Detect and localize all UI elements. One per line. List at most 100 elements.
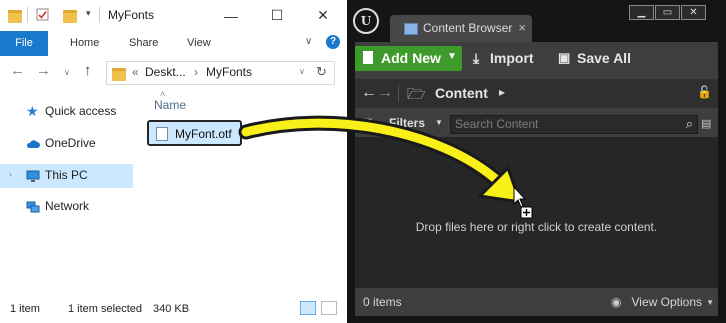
- file-name: MyFont.otf: [175, 127, 232, 141]
- up-button[interactable]: ↑: [84, 62, 92, 79]
- unreal-editor-window: U Content Browser × ▁ ▭ ✕ Add New ▼ ⤓ Im…: [347, 0, 726, 323]
- selection-count: 1 item selected: [68, 303, 142, 315]
- customize-toolbar-icon[interactable]: ▾: [86, 8, 91, 19]
- address-bar[interactable]: « Deskt... › MyFonts ∨ ↻: [106, 61, 335, 85]
- import-icon[interactable]: ⤓: [473, 50, 479, 67]
- asset-drop-area[interactable]: Drop files here or right click to create…: [355, 137, 718, 288]
- item-count: 0 items: [363, 295, 402, 309]
- tab-content-browser[interactable]: Content Browser ×: [390, 15, 532, 42]
- large-icons-view-button[interactable]: [321, 301, 337, 315]
- back-button[interactable]: ←: [10, 62, 25, 79]
- save-all-button[interactable]: Save All: [577, 50, 631, 66]
- nav-item-label: Network: [45, 199, 90, 213]
- nav-item-quick-access[interactable]: ★ Quick access: [0, 100, 133, 124]
- folder-icon: [8, 10, 22, 23]
- sources-panel-icon[interactable]: ☰: [361, 116, 373, 132]
- refresh-icon[interactable]: ↻: [316, 64, 327, 80]
- import-button[interactable]: Import: [490, 50, 534, 66]
- lock-icon[interactable]: 🔓: [697, 85, 712, 99]
- save-search-icon[interactable]: ▤: [701, 117, 711, 130]
- search-placeholder: Search Content: [455, 117, 539, 131]
- recent-locations-icon[interactable]: ∨: [64, 68, 70, 77]
- eye-icon: ◉: [611, 295, 622, 309]
- add-new-button[interactable]: Add New ▼: [355, 46, 462, 71]
- forward-button[interactable]: →: [36, 62, 51, 79]
- minimize-button[interactable]: —: [208, 0, 254, 31]
- item-count: 1 item: [10, 303, 40, 315]
- window-title: MyFonts: [108, 8, 155, 22]
- tab-view[interactable]: View: [187, 31, 211, 56]
- back-button[interactable]: ←: [361, 84, 377, 102]
- save-icon[interactable]: ▣: [558, 50, 570, 66]
- nav-item-onedrive[interactable]: OneDrive: [0, 132, 133, 156]
- column-header-name[interactable]: Name: [154, 98, 186, 112]
- font-file-icon: [156, 127, 168, 141]
- tab-title: Content Browser: [423, 21, 513, 35]
- filter-row: ☰ Filters ▼ Search Content ⌕ ▤: [355, 110, 718, 136]
- filters-button[interactable]: Filters: [389, 116, 425, 130]
- breadcrumb-myfonts[interactable]: MyFonts: [206, 65, 252, 79]
- minimize-button[interactable]: ▁: [629, 5, 654, 20]
- nav-item-label: OneDrive: [45, 136, 96, 150]
- cloud-icon: [26, 140, 40, 148]
- address-dropdown-icon[interactable]: ∨: [299, 67, 305, 76]
- forward-button[interactable]: →: [377, 84, 393, 102]
- tab-home[interactable]: Home: [70, 31, 99, 56]
- help-icon[interactable]: ?: [326, 35, 340, 49]
- file-explorer-window: ▾ MyFonts — ☐ ✕ File Home Share View ∨ ?…: [0, 0, 347, 323]
- divider: [99, 7, 100, 23]
- status-bar: 1 item 1 item selected 340 KB: [0, 294, 347, 323]
- explorer-titlebar: ▾ MyFonts — ☐ ✕: [0, 0, 347, 31]
- nav-item-label: Quick access: [45, 104, 117, 118]
- view-options-caret-icon[interactable]: ▼: [706, 298, 714, 307]
- ue-toolbar: Add New ▼ ⤓ Import ▣ Save All: [355, 42, 718, 77]
- search-icon: ⌕: [685, 116, 693, 131]
- breadcrumb-desktop[interactable]: Deskt...: [145, 65, 186, 79]
- content-browser-panel: Add New ▼ ⤓ Import ▣ Save All ← → 🗁 Cont…: [355, 42, 718, 316]
- folder-icon: [112, 68, 126, 81]
- view-options-button[interactable]: View Options: [632, 295, 702, 309]
- dropdown-caret-icon: ▼: [447, 51, 457, 62]
- ue-footer: 0 items ◉ View Options ▼: [355, 288, 718, 316]
- tab-share[interactable]: Share: [129, 31, 158, 56]
- expand-ribbon-icon[interactable]: ∨: [305, 36, 312, 47]
- maximize-button[interactable]: ☐: [254, 0, 300, 31]
- selection-size: 340 KB: [153, 303, 190, 315]
- network-icon: [26, 201, 40, 213]
- nav-item-this-pc[interactable]: › This PC: [0, 164, 133, 188]
- file-list-pane: ˄ Name: [135, 88, 347, 294]
- search-content-input[interactable]: Search Content ⌕: [450, 115, 698, 134]
- nav-item-label: This PC: [45, 168, 88, 182]
- navigation-pane: ★ Quick access OneDrive › This PC Networ…: [0, 88, 135, 294]
- folder-open-icon: 🗁: [407, 86, 426, 103]
- filters-caret-icon[interactable]: ▼: [435, 118, 443, 127]
- ue-path-bar: ← → 🗁 Content ▸ 🔓: [355, 79, 718, 108]
- details-view-button[interactable]: [300, 301, 316, 315]
- breadcrumb-arrow-icon[interactable]: ▸: [499, 85, 505, 99]
- new-folder-icon[interactable]: [63, 10, 77, 23]
- close-button[interactable]: ✕: [681, 5, 706, 20]
- address-row: ← → ∨ ↑ « Deskt... › MyFonts ∨ ↻: [0, 56, 347, 88]
- content-browser-icon: [404, 23, 418, 35]
- tab-close-icon[interactable]: ×: [518, 20, 526, 35]
- nav-item-network[interactable]: Network: [0, 195, 133, 219]
- properties-icon[interactable]: [36, 8, 49, 21]
- computer-icon: [26, 170, 40, 182]
- ribbon-tabs: File Home Share View ∨ ?: [0, 31, 347, 57]
- star-icon: ★: [26, 103, 39, 119]
- new-asset-icon: [363, 51, 373, 64]
- address-overflow[interactable]: «: [132, 65, 139, 79]
- drop-hint: Drop files here or right click to create…: [415, 220, 658, 234]
- tab-file[interactable]: File: [0, 31, 48, 56]
- add-new-label: Add New: [381, 50, 441, 66]
- expand-chevron-icon[interactable]: ›: [9, 169, 12, 179]
- maximize-button[interactable]: ▭: [655, 5, 680, 20]
- unreal-logo: U: [353, 8, 379, 34]
- breadcrumb-content[interactable]: Content: [435, 85, 488, 101]
- file-item-myfont[interactable]: MyFont.otf: [147, 120, 242, 146]
- close-button[interactable]: ✕: [300, 0, 346, 31]
- breadcrumb-separator: ›: [194, 65, 198, 79]
- divider: [398, 85, 399, 102]
- divider: [27, 7, 28, 23]
- ue-titlebar: U Content Browser × ▁ ▭ ✕: [347, 0, 726, 42]
